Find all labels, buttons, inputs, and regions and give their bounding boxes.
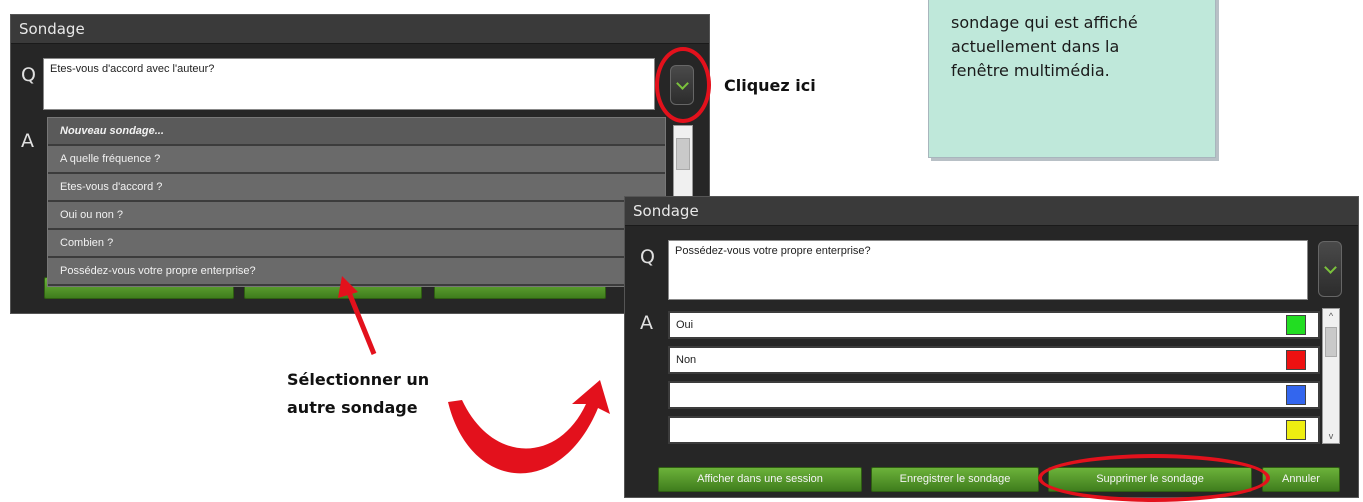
- color-swatch-blue[interactable]: [1286, 385, 1306, 405]
- dropdown-item-frequency[interactable]: A quelle fréquence ?: [48, 146, 665, 174]
- question-letter: Q: [640, 246, 655, 268]
- answer-row-1[interactable]: Oui: [668, 311, 1320, 339]
- dropdown-item-agree[interactable]: Etes-vous d'accord ?: [48, 174, 665, 202]
- color-swatch-red[interactable]: [1286, 350, 1306, 370]
- question-dropdown-button[interactable]: [1318, 241, 1342, 297]
- answer-row-2[interactable]: Non: [668, 346, 1320, 374]
- arrow-up-icon: [338, 276, 377, 355]
- poll-dropdown-list: Nouveau sondage... A quelle fréquence ? …: [47, 117, 666, 287]
- note-line-1: sondage qui est affiché: [951, 13, 1138, 32]
- note-line-3: fenêtre multimédia.: [951, 61, 1110, 80]
- question-field[interactable]: Etes-vous d'accord avec l'auteur?: [43, 58, 655, 110]
- note-line-2: actuellement dans la: [951, 37, 1120, 56]
- chevron-down-icon: [1323, 260, 1337, 274]
- curved-arrow-icon: [448, 380, 610, 474]
- answer-letter: A: [640, 312, 653, 334]
- select-label-line2: autre sondage: [287, 398, 418, 417]
- highlight-circle-dropdown: [655, 47, 711, 123]
- scroll-up-icon[interactable]: ^: [1323, 311, 1339, 321]
- scroll-down-icon[interactable]: v: [1323, 431, 1339, 441]
- question-letter: Q: [21, 64, 36, 86]
- cancel-button[interactable]: Annuler: [1262, 467, 1340, 492]
- dropdown-item-how-many[interactable]: Combien ?: [48, 230, 665, 258]
- answer-row-3[interactable]: [668, 381, 1320, 409]
- highlight-circle-delete: [1038, 454, 1270, 502]
- window-title: Sondage: [625, 197, 1358, 226]
- instruction-note: sondage qui est affiché actuellement dan…: [928, 0, 1216, 158]
- window-title: Sondage: [11, 15, 709, 44]
- question-field[interactable]: Possédez-vous votre propre enterprise?: [668, 240, 1308, 300]
- answers-scrollbar[interactable]: ^ v: [1322, 308, 1340, 444]
- select-label-line1: Sélectionner un: [287, 370, 430, 389]
- show-in-session-button[interactable]: Afficher dans une session: [658, 467, 862, 492]
- scroll-thumb[interactable]: [1325, 327, 1337, 357]
- save-poll-button[interactable]: Enregistrer le sondage: [871, 467, 1039, 492]
- dropdown-item-new[interactable]: Nouveau sondage...: [48, 118, 665, 146]
- answer-letter: A: [21, 130, 34, 152]
- dropdown-item-yes-no[interactable]: Oui ou non ?: [48, 202, 665, 230]
- answer-row-4[interactable]: [668, 416, 1320, 444]
- color-swatch-green[interactable]: [1286, 315, 1306, 335]
- color-swatch-yellow[interactable]: [1286, 420, 1306, 440]
- scroll-thumb[interactable]: [676, 138, 690, 170]
- click-here-label: Cliquez ici: [724, 76, 816, 95]
